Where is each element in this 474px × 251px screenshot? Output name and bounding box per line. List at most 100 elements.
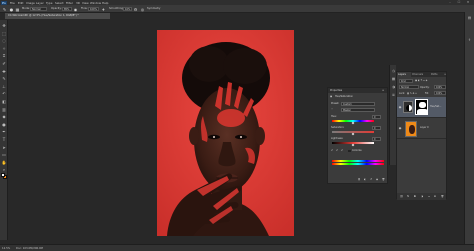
lock-icons[interactable]: ▦ ✎ ✥ ⌂	[407, 92, 417, 95]
opacity-field[interactable]: 85%	[62, 7, 72, 11]
move-icon[interactable]: ✥	[1, 23, 7, 28]
menu-help[interactable]: Help	[102, 1, 108, 5]
zoom-level[interactable]: 12.5%	[2, 247, 10, 251]
path-select-icon[interactable]: ➤	[1, 145, 7, 150]
quick-select-icon[interactable]: ✧	[1, 46, 7, 51]
brush-icon[interactable]: ✎	[1, 76, 7, 81]
saturation-slider-handle[interactable]	[351, 132, 355, 136]
channel-select[interactable]: Master	[341, 107, 375, 112]
layer-opacity-label: Opacity:	[420, 85, 430, 89]
tab-channels[interactable]: Channels	[411, 72, 430, 77]
hue-sat-adjustment-icon: ▣	[330, 95, 333, 98]
airbrush-icon[interactable]: ✈	[101, 7, 106, 12]
layer-mask-thumbnail[interactable]	[415, 99, 428, 115]
preset-select[interactable]: Custom	[341, 101, 375, 106]
marquee-icon[interactable]: ⬚	[1, 31, 7, 36]
new-layer-icon[interactable]: ⊞	[434, 195, 436, 198]
brush-size-icon[interactable]: ●	[9, 7, 14, 12]
smoothing-field[interactable]: 10%	[123, 7, 132, 11]
menu-type[interactable]: Type	[46, 1, 52, 5]
filter-icons[interactable]: ▣ ◐ T ▭ ◈	[415, 79, 427, 82]
flow-field[interactable]: 100%	[88, 7, 99, 11]
new-group-icon[interactable]: ▭	[428, 195, 430, 198]
tab-layers[interactable]: Layers	[397, 72, 411, 77]
eyedropper-icon[interactable]: ✐	[1, 61, 7, 66]
pressure-size-icon[interactable]: ◎	[140, 7, 145, 12]
lightness-field[interactable]: 0	[372, 136, 381, 141]
smoothing-settings-icon[interactable]: ⚙	[133, 7, 138, 12]
filter-kind-select[interactable]: Kind	[399, 79, 413, 83]
saturation-field[interactable]: 0	[372, 125, 381, 130]
view-previous-icon[interactable]: ◐	[364, 178, 366, 181]
menu-select[interactable]: Select	[55, 1, 64, 5]
eyedropper-plus-icon[interactable]: ✐	[336, 149, 338, 152]
delete-layer-icon[interactable]: 🗑	[441, 195, 444, 198]
menu-3d[interactable]: 3D	[76, 1, 80, 5]
workspace-icon[interactable]: ▤	[467, 16, 472, 21]
brush-panel-icon[interactable]: ▦	[15, 7, 20, 12]
hand-icon[interactable]: ✋	[1, 160, 7, 165]
photoshop-logo: Ps	[1, 0, 7, 5]
pen-icon[interactable]: ✒	[1, 129, 7, 134]
layer-opacity-field[interactable]: 100%	[434, 85, 446, 89]
menu-window[interactable]: Window	[90, 1, 101, 5]
panel-menu-icon[interactable]: ≡	[443, 72, 448, 77]
lasso-icon[interactable]: ◌	[1, 38, 7, 43]
dodge-icon[interactable]: ●	[1, 122, 7, 127]
hue-field[interactable]: 0	[372, 114, 381, 119]
pressure-opacity-icon[interactable]: ◉	[73, 7, 78, 12]
visibility-icon[interactable]: ◉	[376, 178, 378, 181]
foreground-color-swatch[interactable]	[1, 173, 5, 177]
lightness-label: Lightness:	[331, 137, 344, 140]
history-brush-icon[interactable]: ↶	[1, 91, 7, 96]
crop-icon[interactable]: ⌗	[1, 53, 7, 58]
type-icon[interactable]: T	[1, 137, 7, 142]
menu-layer[interactable]: Layer	[36, 1, 44, 5]
panel-menu-icon[interactable]: ≡	[382, 89, 384, 92]
layer-row-hue-sat[interactable]: ◉ Hue/Sat...	[397, 97, 446, 118]
layer-style-icon[interactable]: fx	[407, 195, 409, 198]
layer-row-layer-0[interactable]: ◉ Layer 0	[397, 118, 446, 139]
clip-to-layer-icon[interactable]: ⬒	[358, 178, 360, 181]
canvas-image[interactable]	[157, 30, 294, 236]
properties-title: Properties	[330, 89, 343, 92]
healing-icon[interactable]: ✚	[1, 69, 7, 74]
delete-adjustment-icon[interactable]: 🗑	[382, 178, 385, 181]
doc-info[interactable]: Doc: 103.0M/206.0M	[16, 247, 43, 251]
eyedropper-minus-icon[interactable]: ✐	[341, 149, 343, 152]
layers-tabs: Layers Channels Paths ≡	[397, 72, 446, 77]
status-bar: 12.5% Doc: 103.0M/206.0M	[0, 244, 474, 251]
rectangle-icon[interactable]: ▭	[1, 152, 7, 157]
colorize-checkbox[interactable]	[348, 149, 351, 152]
hue-slider-handle[interactable]	[351, 121, 355, 125]
brush-preset-icon[interactable]: ✎	[2, 7, 7, 12]
blur-icon[interactable]: ◆	[1, 114, 7, 119]
fill-label: Fill:	[425, 91, 429, 95]
eye-icon[interactable]: ◉	[398, 126, 402, 130]
blend-mode-select[interactable]: Normal	[399, 85, 419, 89]
clone-stamp-icon[interactable]: ⊥	[1, 84, 7, 89]
layer-name: Hue/Sat...	[430, 105, 442, 108]
on-image-adjust-icon[interactable]: ☞	[331, 108, 333, 111]
menu-filter[interactable]: Filter	[66, 1, 73, 5]
link-layers-icon[interactable]: ⛓	[400, 195, 403, 198]
new-adjustment-icon[interactable]: ◑	[421, 195, 423, 198]
lightness-slider-handle[interactable]	[351, 143, 355, 147]
menu-image[interactable]: Image	[26, 1, 35, 5]
document-title: CC-Wilcoxsmith @ 12.5% (Hue/Saturation 1…	[8, 14, 79, 17]
eye-icon[interactable]: ◉	[398, 105, 402, 109]
lock-label: Lock:	[399, 91, 406, 95]
share-icon[interactable]: ⇪	[467, 38, 472, 43]
eraser-icon[interactable]: ◧	[1, 99, 7, 104]
mode-select[interactable]: Normal	[30, 7, 47, 11]
menu-edit[interactable]: Edit	[18, 1, 23, 5]
reset-icon[interactable]: ↺	[370, 178, 372, 181]
menu-view[interactable]: View	[82, 1, 89, 5]
menu-file[interactable]: File	[10, 1, 15, 5]
add-mask-icon[interactable]: ◘	[414, 195, 416, 198]
tab-paths[interactable]: Paths	[430, 72, 442, 77]
gradient-icon[interactable]: ▥	[1, 107, 7, 112]
fill-field[interactable]: 100%	[434, 91, 446, 95]
eyedropper-icon[interactable]: ✐	[331, 149, 333, 152]
zoom-icon[interactable]: ⌕	[1, 167, 7, 172]
